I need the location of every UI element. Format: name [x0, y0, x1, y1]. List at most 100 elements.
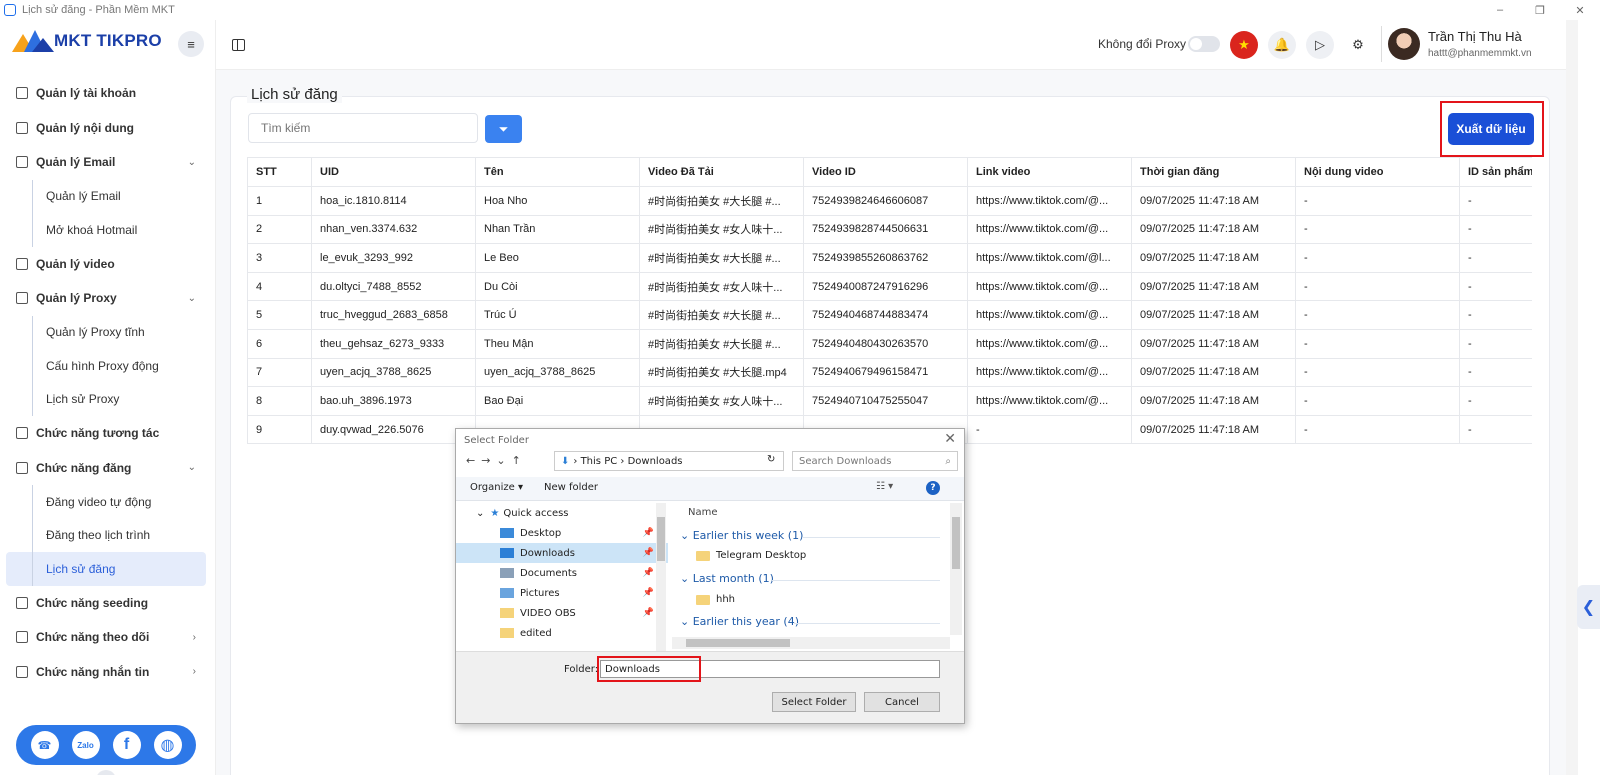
tree-scrollbar[interactable]	[656, 503, 666, 651]
pin-icon[interactable]: 📌	[643, 608, 654, 618]
avatar[interactable]	[1388, 28, 1420, 60]
expand-icon[interactable]: ⌄	[476, 508, 484, 519]
path-this-pc[interactable]: This PC	[581, 456, 618, 467]
minimize-button[interactable]: –	[1480, 0, 1520, 20]
sidebar-item-lich-su-proxy[interactable]: Lịch sử Proxy	[0, 382, 216, 417]
column-header-ten[interactable]: Tên	[475, 157, 640, 187]
sidebar-item-chuc-nang-nhan-tin[interactable]: Chức năng nhắn tin ›	[0, 655, 216, 690]
table-row[interactable]: 3 le_evuk_3293_992 Le Beo #时尚街拍美女 #大长腿 #...…	[247, 243, 1532, 273]
support-icon[interactable]: ☎	[30, 731, 59, 759]
sidebar-item-mo-khoa-hotmail[interactable]: Mở khoá Hotmail	[0, 213, 216, 247]
sidebar-item-cau-hinh-proxy-dong[interactable]: Cấu hình Proxy động	[0, 349, 216, 383]
sidebar-item-quan-ly-tai-khoan[interactable]: Quản lý tài khoản	[0, 76, 216, 111]
path-downloads[interactable]: Downloads	[628, 456, 683, 467]
pin-icon[interactable]: 📌	[643, 568, 654, 578]
table-row[interactable]: 4 du.oltyci_7488_8552 Du Còi #时尚街拍美女 #女人味十.…	[247, 271, 1532, 302]
file-list-hscrollbar[interactable]	[672, 637, 950, 649]
play-icon[interactable]: ▷	[1306, 31, 1334, 59]
path-breadcrumb[interactable]: ⬇ › This PC › Downloads	[554, 451, 784, 471]
tree-item-downloads[interactable]: Downloads 📌	[456, 543, 668, 563]
page-scrollbar[interactable]	[1566, 20, 1578, 775]
column-header-video-da-tai[interactable]: Video Đã Tải	[639, 157, 804, 187]
sidebar-item-dang-video-tu-dong[interactable]: Đăng video tự động	[0, 485, 216, 519]
cancel-button[interactable]: Cancel	[864, 692, 940, 712]
sidebar-item-quan-ly-email[interactable]: Quản lý Email	[0, 179, 216, 214]
notification-bell-icon[interactable]: 🔔	[1268, 31, 1296, 59]
refresh-icon[interactable]: ↻	[767, 454, 775, 465]
column-header-uid[interactable]: UID	[311, 157, 476, 187]
tree-item-edited[interactable]: edited	[456, 623, 668, 643]
sidebar-item-quan-ly-video[interactable]: Quản lý video	[0, 247, 216, 282]
table-row[interactable]: 7 uyen_acjq_3788_8625 uyen_acjq_3788_8625 #…	[247, 357, 1532, 388]
column-header-thoi-gian-dang[interactable]: Thời gian đăng	[1131, 157, 1296, 187]
menu-item-icon	[16, 87, 28, 100]
table-cell: -	[1295, 271, 1460, 302]
table-row[interactable]: 6 theu_gehsaz_6273_9333 Theu Mận #时尚街拍美女 #大…	[247, 328, 1532, 359]
nav-arrows-icon[interactable]: ←→⌄↑	[466, 454, 527, 467]
search-input[interactable]	[248, 113, 478, 143]
table-cell: -	[1459, 271, 1532, 302]
organize-menu[interactable]: Organize ▾	[470, 482, 523, 493]
scroll-up-icon[interactable]: ⌃	[96, 770, 116, 775]
pin-icon[interactable]: 📌	[643, 588, 654, 598]
layout-toggle-icon[interactable]	[232, 39, 245, 51]
facebook-icon[interactable]: f	[112, 731, 141, 759]
column-header-name[interactable]: Name	[688, 507, 718, 518]
maximize-button[interactable]: ❐	[1520, 0, 1560, 20]
dialog-close-icon[interactable]: ✕	[944, 431, 956, 447]
column-header-stt[interactable]: STT	[247, 157, 312, 187]
sidebar-item-chuc-nang-dang[interactable]: Chức năng đăng ⌄	[0, 451, 216, 486]
sidebar-item-dang-theo-lich-trinh[interactable]: Đăng theo lịch trình	[0, 518, 216, 553]
sidebar-item-quan-ly-email[interactable]: Quản lý Email ⌄	[0, 145, 216, 180]
brand-logo[interactable]: MKT TIKPRO	[12, 30, 162, 52]
dialog-search-input[interactable]: Search Downloads ⌕	[792, 451, 958, 471]
new-folder-button[interactable]: New folder	[544, 482, 598, 493]
tree-item-quick-access[interactable]: ⌄ ★ Quick access	[456, 503, 668, 523]
tree-item-label: Downloads	[520, 547, 575, 559]
pin-icon[interactable]: 📌	[643, 548, 654, 558]
sidebar-item-chuc-nang-tuong-tac[interactable]: Chức năng tương tác	[0, 416, 216, 451]
column-header-video-id[interactable]: Video ID	[803, 157, 968, 187]
sidebar-item-chuc-nang-seeding[interactable]: Chức năng seeding	[0, 586, 216, 621]
export-button[interactable]: Xuất dữ liệu	[1448, 113, 1534, 145]
pin-icon[interactable]: 📌	[643, 528, 654, 538]
table-row[interactable]: 1 hoa_ic.1810.8114 Hoa Nho #时尚街拍美女 #大长腿 #..…	[247, 186, 1532, 216]
list-item[interactable]: Telegram Desktop	[696, 550, 806, 561]
table-row[interactable]: 2 nhan_ven.3374.632 Nhan Trần #时尚街拍美女 #女人味十…	[247, 214, 1532, 245]
filter-button[interactable]: ⏷	[485, 115, 522, 143]
column-header-link-video[interactable]: Link video	[967, 157, 1132, 187]
group-last-month[interactable]: ⌄ Last month (1)	[680, 572, 774, 585]
file-list-vscrollbar[interactable]	[950, 503, 962, 635]
table-row[interactable]: 8 bao.uh_3896.1973 Bao Đại #时尚街拍美女 #女人味十...…	[247, 386, 1532, 416]
tree-item-video-obs[interactable]: VIDEO OBS 📌	[456, 603, 668, 623]
close-button[interactable]: ✕	[1560, 0, 1600, 20]
column-header-id-san-pham[interactable]: ID sản phẩm	[1459, 157, 1532, 187]
menu-toggle-button[interactable]: ≡	[178, 31, 204, 57]
list-item[interactable]: hhh	[696, 594, 735, 605]
settings-gear-icon[interactable]: ⚙	[1344, 31, 1372, 59]
sidebar-item-chuc-nang-theo-doi[interactable]: Chức năng theo dõi ›	[0, 620, 216, 655]
collapse-panel-icon[interactable]: ❮	[1577, 585, 1600, 629]
table-cell: #时尚街拍美女 #大长腿.mp4	[639, 357, 804, 388]
globe-icon[interactable]: ◍	[153, 731, 182, 759]
select-folder-button[interactable]: Select Folder	[772, 692, 856, 712]
group-earlier-this-week[interactable]: ⌄ Earlier this week (1)	[680, 529, 803, 542]
tree-item-desktop[interactable]: Desktop 📌	[456, 523, 668, 543]
sidebar-item-quan-ly-proxy-tinh[interactable]: Quản lý Proxy tĩnh	[0, 315, 216, 350]
sidebar-item-quan-ly-proxy[interactable]: Quản lý Proxy ⌄	[0, 281, 216, 316]
app-icon	[4, 4, 16, 16]
tree-item-pictures[interactable]: Pictures 📌	[456, 583, 668, 603]
table-cell: -	[1295, 214, 1460, 245]
sidebar-item-lich-su-dang[interactable]: Lịch sử đăng	[6, 552, 206, 586]
sidebar-item-quan-ly-noi-dung[interactable]: Quản lý nội dung	[0, 111, 216, 146]
window-title: Lịch sử đăng - Phần Mềm MKT	[22, 4, 175, 16]
column-header-noi-dung-video[interactable]: Nội dung video	[1295, 157, 1460, 187]
language-flag-icon[interactable]: ★	[1230, 31, 1258, 59]
group-earlier-this-year[interactable]: ⌄ Earlier this year (4)	[680, 615, 799, 628]
help-icon[interactable]: ?	[926, 481, 940, 495]
tree-item-documents[interactable]: Documents 📌	[456, 563, 668, 583]
table-row[interactable]: 5 truc_hveggud_2683_6858 Trúc Ú #时尚街拍美女 #大长…	[247, 300, 1532, 330]
proxy-toggle[interactable]	[1188, 36, 1220, 52]
zalo-icon[interactable]: Zalo	[71, 731, 100, 759]
view-options-icon[interactable]: ☷ ▾	[876, 481, 893, 492]
